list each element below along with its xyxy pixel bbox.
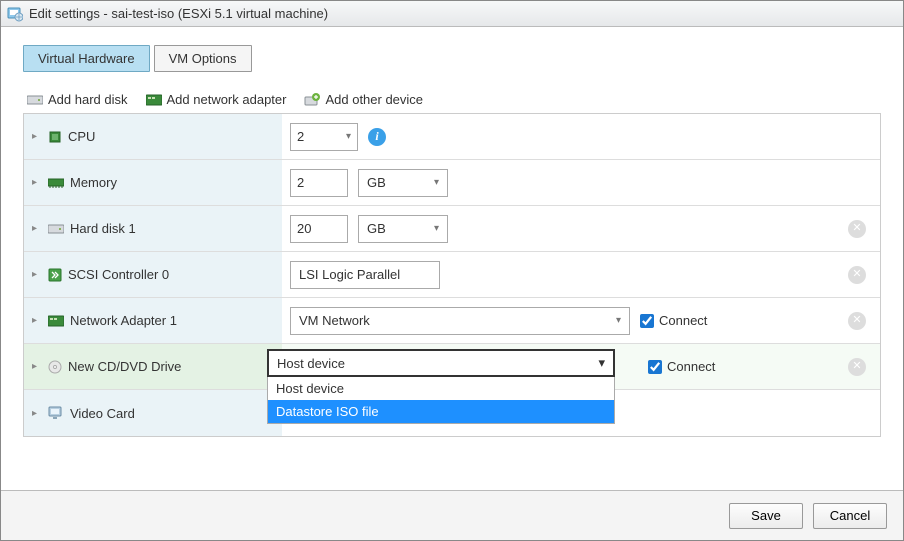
option-datastore-iso-file[interactable]: Datastore ISO file (268, 400, 614, 423)
network-adapter-icon (48, 315, 64, 327)
expand-icon: ▸ (32, 408, 42, 419)
row-cpu-label-cell[interactable]: ▸ CPU (24, 114, 282, 159)
remove-network-button[interactable]: ✕ (848, 312, 866, 330)
info-icon[interactable]: i (368, 128, 386, 146)
row-network-adapter: ▸ Network Adapter 1 VM Network ▾ Connect… (24, 298, 880, 344)
tab-bar: Virtual Hardware VM Options (23, 45, 881, 72)
remove-scsi-button[interactable]: ✕ (848, 266, 866, 284)
expand-icon: ▸ (32, 315, 42, 326)
row-video-label-cell[interactable]: ▸ Video Card (24, 390, 282, 436)
network-adapter-icon (146, 94, 162, 106)
row-network-label-cell[interactable]: ▸ Network Adapter 1 (24, 298, 282, 343)
cpu-icon (48, 130, 62, 144)
option-host-device[interactable]: Host device (268, 377, 614, 400)
hard-disk-icon (27, 94, 43, 106)
add-other-device-button[interactable]: Add other device (304, 92, 423, 107)
remove-cd-dvd-button[interactable]: ✕ (848, 358, 866, 376)
save-button[interactable]: Save (729, 503, 803, 529)
row-cd-dvd-label-cell[interactable]: ▸ New CD/DVD Drive (24, 344, 282, 389)
add-hard-disk-button[interactable]: Add hard disk (27, 92, 128, 107)
cd-dvd-source-dropdown: Host device ▾ Host device Datastore ISO … (267, 349, 615, 424)
cd-dvd-icon (48, 360, 62, 374)
expand-icon: ▸ (32, 269, 42, 280)
chevron-down-icon: ▾ (598, 355, 605, 371)
row-memory-label-cell[interactable]: ▸ Memory (24, 160, 282, 205)
video-card-icon (48, 406, 64, 420)
add-network-adapter-button[interactable]: Add network adapter (146, 92, 287, 107)
memory-icon (48, 178, 64, 188)
dialog-footer: Save Cancel (1, 490, 903, 540)
row-scsi-label-cell[interactable]: ▸ SCSI Controller 0 (24, 252, 282, 297)
hard-disk-size-input[interactable]: 20 (290, 215, 348, 243)
remove-hard-disk-button[interactable]: ✕ (848, 220, 866, 238)
tab-vm-options[interactable]: VM Options (154, 45, 252, 72)
expand-icon: ▸ (32, 177, 42, 188)
cd-dvd-source-options: Host device Datastore ISO file (267, 377, 615, 424)
scsi-controller-icon (48, 268, 62, 282)
row-hard-disk-label-cell[interactable]: ▸ Hard disk 1 (24, 206, 282, 251)
memory-unit-select[interactable]: GB ▾ (358, 169, 448, 197)
tab-virtual-hardware[interactable]: Virtual Hardware (23, 45, 150, 72)
other-device-icon (304, 93, 320, 107)
network-select[interactable]: VM Network ▾ (290, 307, 630, 335)
cd-dvd-source-select[interactable]: Host device ▾ (267, 349, 615, 377)
chevron-down-icon: ▾ (616, 315, 621, 326)
dialog-title: Edit settings - sai-test-iso (ESXi 5.1 v… (29, 6, 328, 21)
hard-disk-icon (48, 223, 64, 235)
cpu-count-select[interactable]: 2 ▾ (290, 123, 358, 151)
hard-disk-unit-select[interactable]: GB ▾ (358, 215, 448, 243)
chevron-down-icon: ▾ (434, 223, 439, 234)
expand-icon: ▸ (32, 131, 42, 142)
chevron-down-icon: ▾ (434, 177, 439, 188)
dialog-body: Virtual Hardware VM Options Add hard dis… (1, 27, 903, 490)
expand-icon: ▸ (32, 223, 42, 234)
edit-settings-dialog: { "title": "Edit settings - sai-test-iso… (0, 0, 904, 541)
row-cpu: ▸ CPU 2 ▾ i (24, 114, 880, 160)
cancel-button[interactable]: Cancel (813, 503, 887, 529)
cd-dvd-connect-checkbox[interactable]: Connect (648, 359, 715, 374)
scsi-type-display[interactable]: LSI Logic Parallel (290, 261, 440, 289)
network-connect-checkbox[interactable]: Connect (640, 313, 707, 328)
chevron-down-icon: ▾ (346, 131, 351, 142)
row-scsi-controller: ▸ SCSI Controller 0 LSI Logic Parallel ✕ (24, 252, 880, 298)
expand-icon: ▸ (32, 361, 42, 372)
row-hard-disk: ▸ Hard disk 1 20 GB ▾ ✕ (24, 206, 880, 252)
vm-settings-icon (7, 6, 23, 22)
hardware-toolbar: Add hard disk Add network adapter Add ot… (23, 90, 881, 109)
title-bar: Edit settings - sai-test-iso (ESXi 5.1 v… (1, 1, 903, 27)
row-memory: ▸ Memory 2 GB ▾ (24, 160, 880, 206)
memory-size-input[interactable]: 2 (290, 169, 348, 197)
